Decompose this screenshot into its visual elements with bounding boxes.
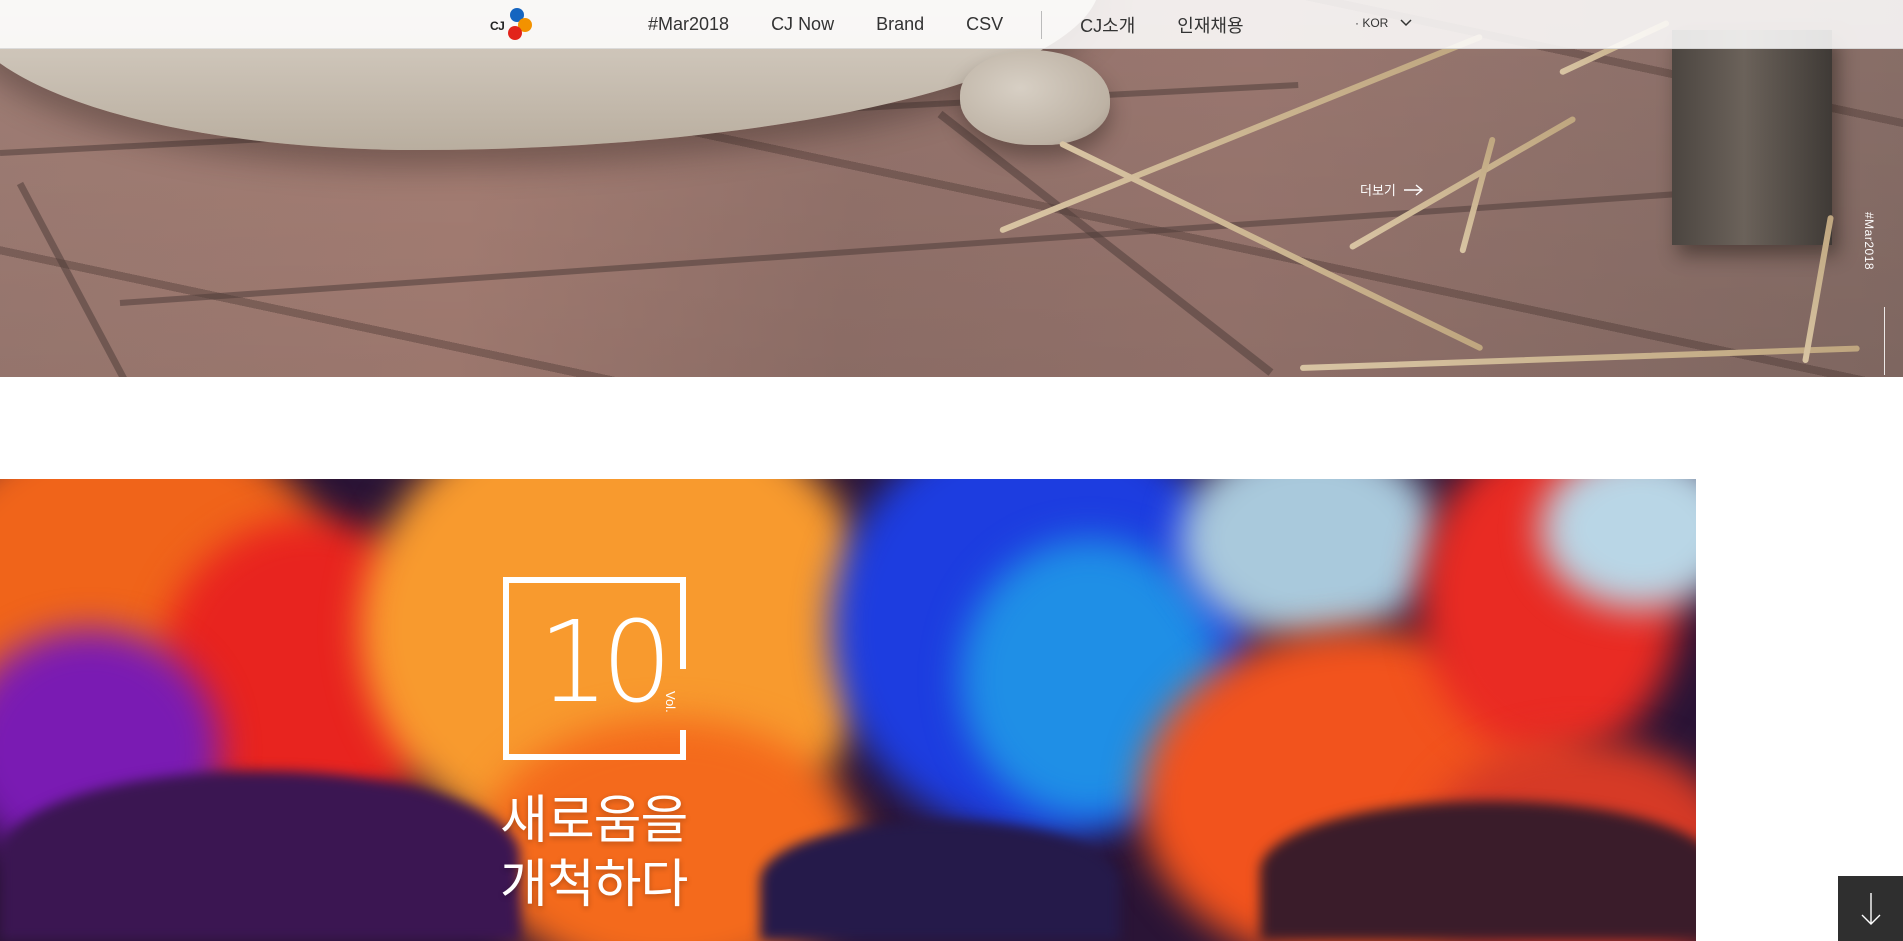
crowd-silhouette [0,771,520,941]
nav-item-mar2018[interactable]: #Mar2018 [648,14,729,35]
arrow-down-icon [1861,892,1880,925]
tile-grout [16,181,146,377]
nav-item-cj-now[interactable]: CJ Now [771,14,834,35]
page: 더보기 #Mar2018 CJ #Mar2018 CJ Now Brand CS… [0,0,1903,941]
language-label: · KOR [1355,16,1389,30]
issue-headline: 새로움을 개척하다 [500,789,688,917]
site-header: CJ #Mar2018 CJ Now Brand CSV CJ소개 인재채용 ·… [0,0,1903,49]
arrow-right-icon [1403,183,1423,196]
language-selector[interactable]: · KOR [1355,16,1412,30]
hero-image-color-powder: 10 Vol. 새로움을 개척하다 [0,479,1696,941]
logo-red-dot [508,26,522,40]
headline-line-2: 개척하다 [500,856,688,914]
logo-text: CJ [490,19,505,33]
nav-item-csv[interactable]: CSV [966,14,1003,35]
crowd-silhouette [1260,801,1696,941]
dog-paw [960,50,1110,145]
chevron-down-icon [1400,19,1412,27]
crowd-silhouette [760,821,1120,941]
nav-divider [1041,10,1043,39]
cj-logo[interactable]: CJ [490,6,534,44]
straw [1299,345,1860,371]
volume-label: Vol. [663,691,678,713]
scroll-down-button[interactable] [1838,876,1903,941]
nav-item-careers[interactable]: 인재채용 [1177,12,1243,38]
headline-line-1: 새로움을 [500,792,688,850]
more-link-label: 더보기 [1360,183,1396,198]
hero-image-dog: 더보기 #Mar2018 [0,0,1903,377]
side-label: #Mar2018 [1862,212,1876,271]
more-link[interactable]: 더보기 [1360,180,1424,199]
nav-item-about[interactable]: CJ소개 [1080,12,1135,38]
side-progress-rail [1884,307,1885,375]
wooden-post [1672,30,1832,245]
main-nav: #Mar2018 CJ Now Brand CSV CJ소개 인재채용 [648,0,1286,49]
straw [1058,140,1484,352]
tile-grout [119,181,1817,306]
straw [1459,136,1496,254]
volume-number: 10 [538,598,672,728]
nav-item-brand[interactable]: Brand [876,14,924,35]
